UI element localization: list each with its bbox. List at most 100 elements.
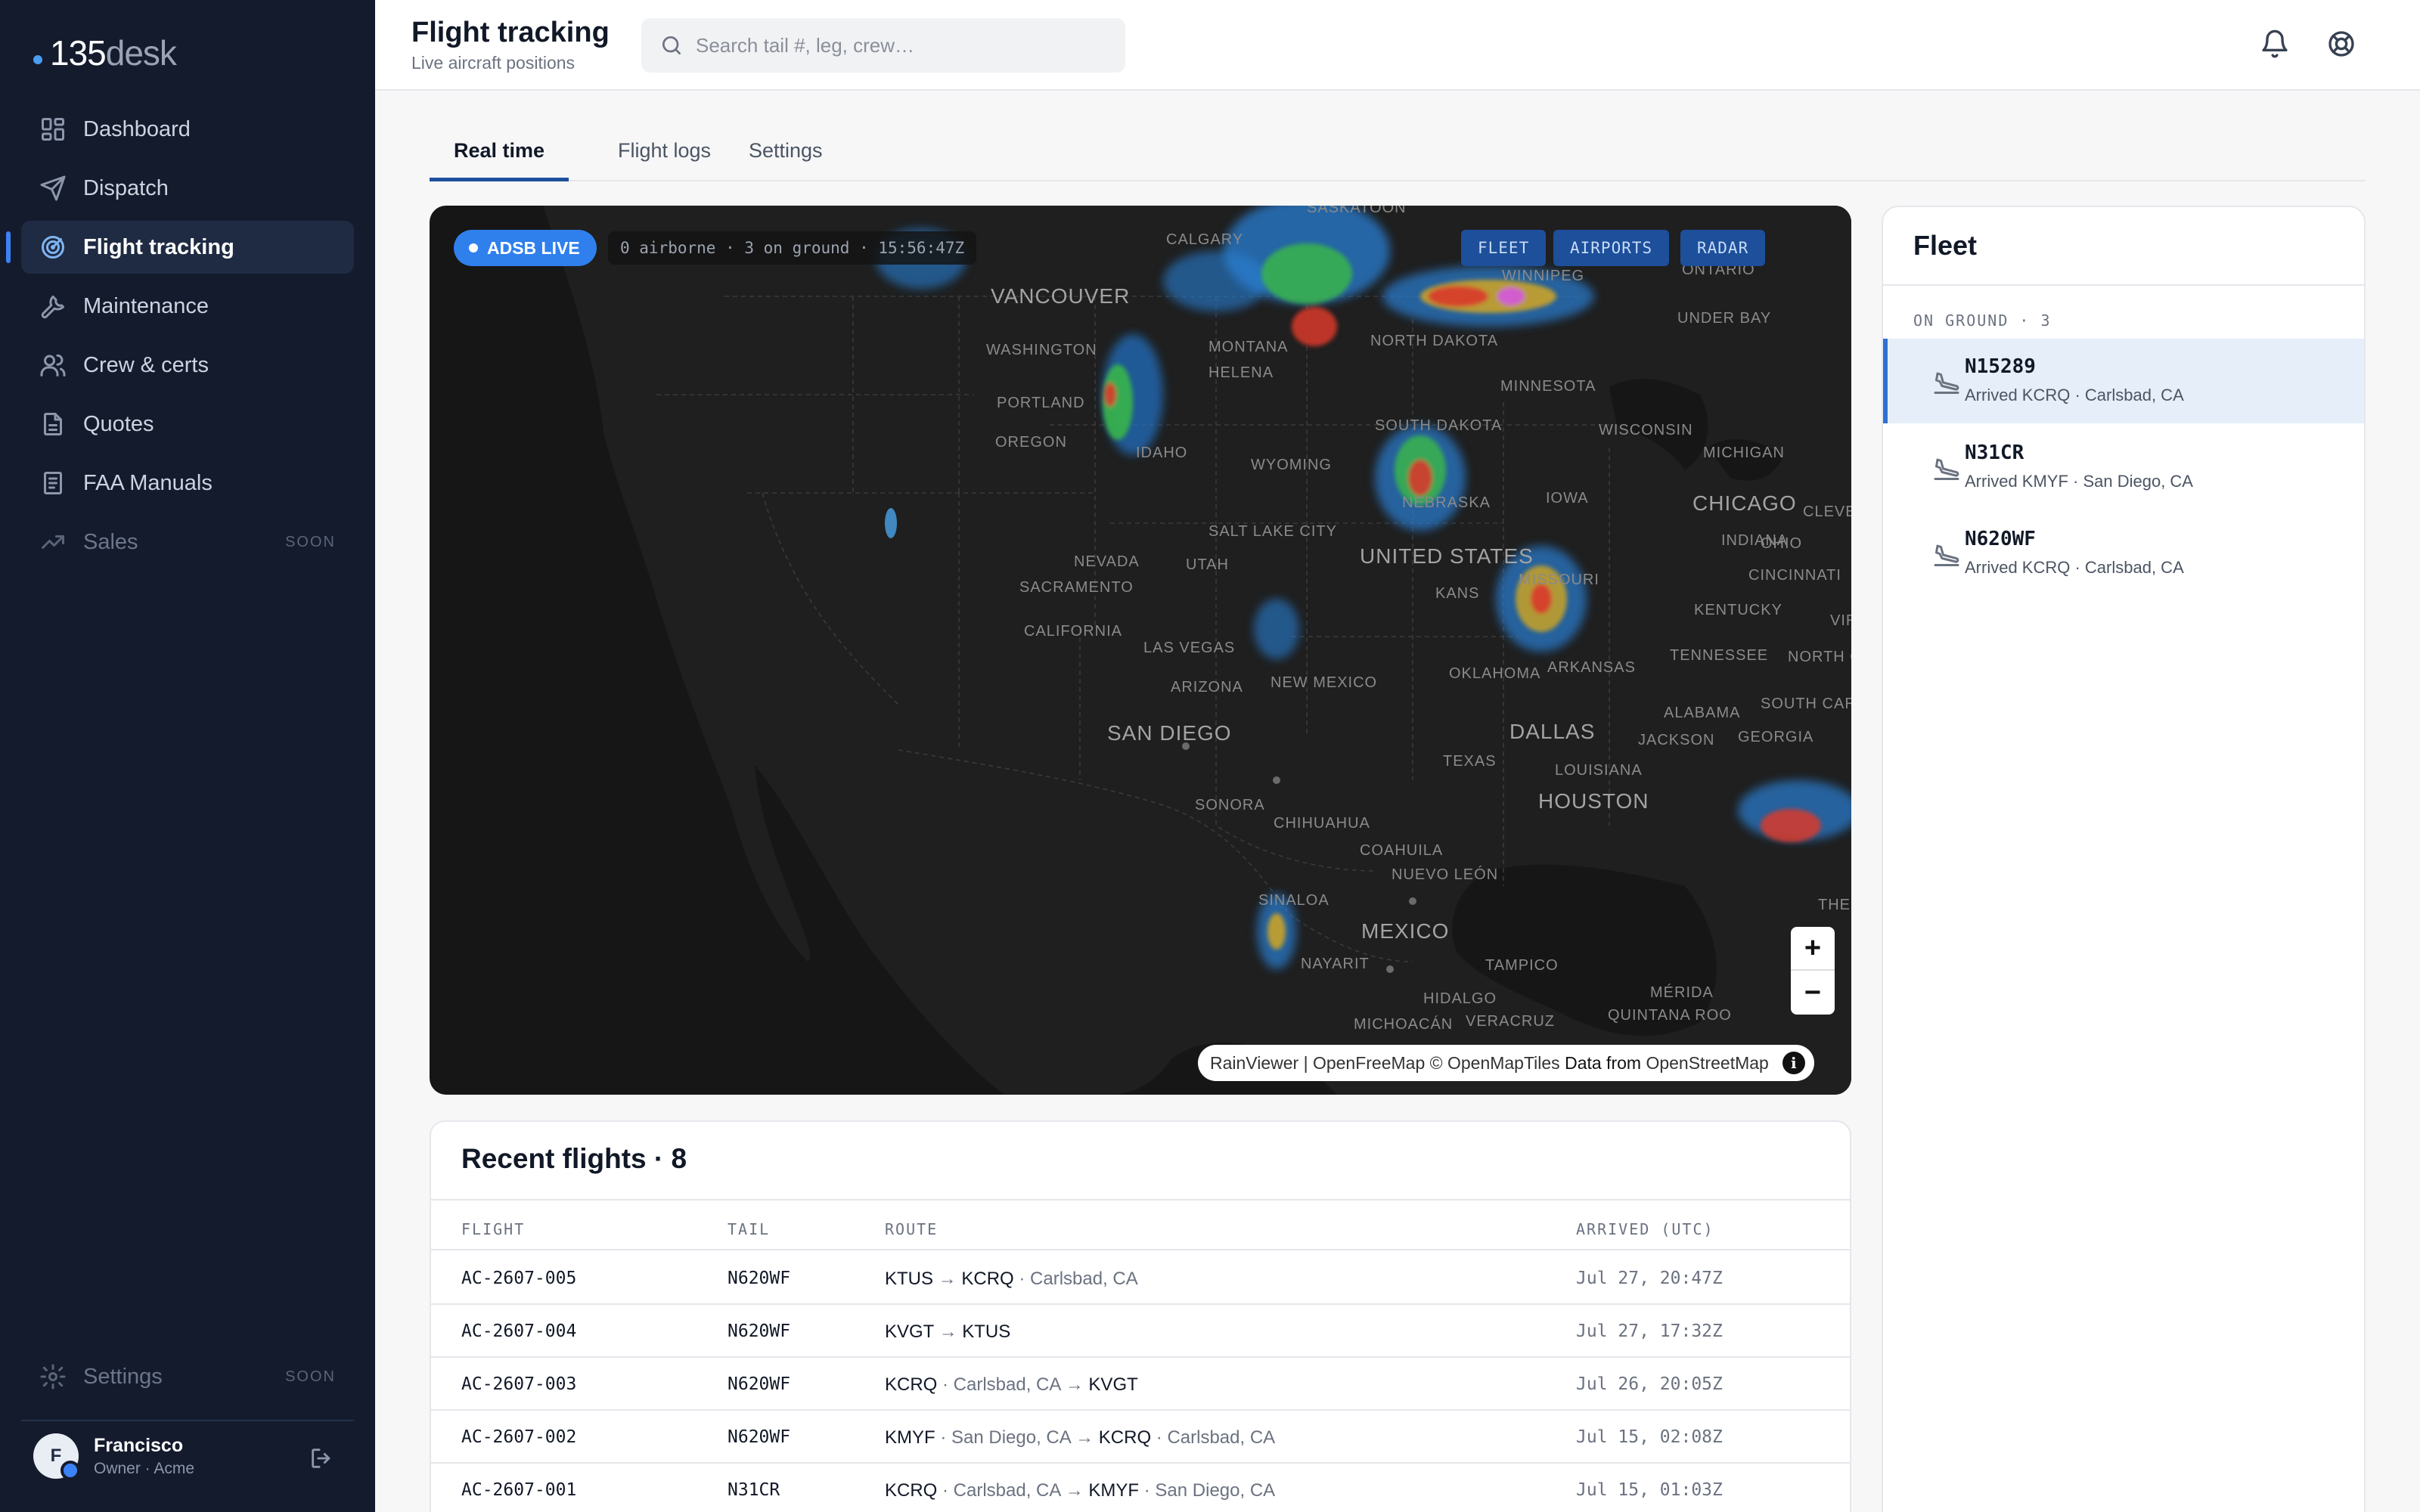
map-label: WYOMING	[1251, 457, 1332, 473]
fleet-status: Arrived KCRQ · Carlsbad, CA	[1965, 386, 2184, 404]
column-header: TAIL	[728, 1220, 771, 1238]
fleet-item[interactable]: N620WF Arrived KCRQ · Carlsbad, CA	[1883, 511, 2364, 596]
live-map[interactable]: SASKATOON CALGARY WINNIPEG ONTARIO VANCO…	[430, 206, 1851, 1095]
table-row[interactable]: AC-2607-002 N620WF KMYF · San Diego, CA → …	[431, 1411, 1850, 1464]
sidebar-item-dispatch[interactable]: Dispatch	[21, 162, 354, 215]
map-label: UNDER BAY	[1677, 310, 1772, 327]
sidebar-item-flight-tracking[interactable]: Flight tracking	[6, 221, 354, 274]
column-header: ROUTE	[885, 1220, 939, 1238]
sidebar-item-label: Sales	[83, 529, 138, 554]
map-label: KANS	[1435, 585, 1480, 602]
table-row[interactable]: AC-2607-003 N620WF KCRQ · Carlsbad, CA → K…	[431, 1358, 1850, 1411]
flight-tail: N620WF	[728, 1427, 791, 1447]
map-label: MISSOURI	[1519, 572, 1599, 588]
fleet-item[interactable]: N15289 Arrived KCRQ · Carlsbad, CA	[1883, 339, 2364, 423]
sidebar-item-settings[interactable]: Settings SOON	[21, 1350, 354, 1403]
layer-airports-button[interactable]: AIRPORTS	[1553, 230, 1670, 266]
map-label: SINALOA	[1258, 892, 1329, 909]
manual-icon	[44, 472, 62, 494]
map-label: WASHINGTON	[986, 342, 1097, 358]
info-icon[interactable]: i	[1782, 1052, 1805, 1074]
recent-flights-title: Recent flights · 8	[461, 1143, 687, 1174]
page-title: Flight tracking	[411, 17, 610, 48]
attribution-sources[interactable]: RainViewer | OpenFreeMap © OpenMapTiles	[1210, 1053, 1560, 1074]
map-label: OHIO	[1761, 535, 1803, 552]
plane-landing-icon	[1934, 372, 1959, 394]
sidebar-item-quotes[interactable]: Quotes	[21, 398, 354, 451]
fleet-tail: N620WF	[1965, 528, 2036, 550]
map-label: CLEVE	[1803, 503, 1851, 520]
table-row[interactable]: AC-2607-004 N620WF KVGT → KTUS Jul 27, 17:3…	[431, 1305, 1850, 1358]
map-label: VERACRUZ	[1466, 1013, 1556, 1030]
map-label: COAHUILA	[1360, 842, 1444, 859]
sidebar-item-dashboard[interactable]: Dashboard	[21, 103, 354, 156]
sidebar-divider	[21, 1420, 354, 1421]
tab-flight-logs[interactable]: Flight logs	[594, 129, 735, 181]
map-label: ARKANSAS	[1547, 659, 1636, 676]
fleet-tail: N31CR	[1965, 442, 2024, 464]
sidebar-item-crew-certs[interactable]: Crew & certs	[21, 339, 354, 392]
sidebar: 135 desk Dashboard Dispatch Flight track…	[0, 0, 375, 1512]
map-label: CALIFORNIA	[1024, 623, 1123, 640]
bell-icon[interactable]	[2260, 29, 2290, 59]
fleet-divider	[1883, 284, 2364, 286]
zoom-out-button[interactable]: −	[1791, 971, 1835, 1015]
flight-id: AC-2607-002	[461, 1427, 577, 1447]
search-box[interactable]	[641, 18, 1125, 73]
sidebar-item-label: Dispatch	[83, 175, 169, 200]
sidebar-item-maintenance[interactable]: Maintenance	[21, 280, 354, 333]
search-input[interactable]	[696, 33, 1104, 57]
map-label: OKLAHOMA	[1449, 665, 1541, 682]
gear-icon	[40, 1364, 66, 1390]
map-label: HIDALGO	[1423, 990, 1497, 1007]
map-label: NEBRASKA	[1402, 494, 1491, 511]
route-from: KMYF	[885, 1427, 935, 1448]
layer-radar-button[interactable]: RADAR	[1680, 230, 1766, 266]
tab-real-time[interactable]: Real time	[430, 129, 569, 181]
map-label: IDAHO	[1136, 445, 1188, 461]
route-from-city: Carlsbad, CA	[953, 1480, 1061, 1501]
sidebar-item-sales[interactable]: Sales SOON	[21, 516, 354, 569]
route-to: KTUS	[962, 1321, 1011, 1342]
zoom-control: + −	[1791, 927, 1835, 1015]
tab-settings[interactable]: Settings	[724, 129, 847, 181]
layer-fleet-button[interactable]: FLEET	[1461, 230, 1547, 266]
map-label: DALLAS	[1509, 720, 1596, 743]
map-label: SOUTH CARO	[1761, 696, 1851, 712]
zoom-in-button[interactable]: +	[1791, 927, 1835, 971]
map-label: VANCOUVER	[991, 284, 1131, 308]
document-icon	[44, 413, 62, 435]
map-label: NEVADA	[1074, 553, 1140, 570]
logout-icon[interactable]	[309, 1445, 334, 1471]
route-to-city: San Diego, CA	[1155, 1480, 1276, 1501]
map-label: NAYARIT	[1301, 956, 1370, 972]
map-label: ARIZONA	[1171, 679, 1243, 696]
flight-route: KTUS → KCRQ · Carlsbad, CA	[885, 1269, 1138, 1289]
fleet-item[interactable]: N31CR Arrived KMYF · San Diego, CA	[1883, 425, 2364, 510]
map-label: WINNIPEG	[1502, 268, 1585, 284]
user-role: Owner · Acme	[94, 1459, 195, 1477]
attribution-osm-link[interactable]: OpenStreetMap	[1646, 1053, 1768, 1074]
soon-badge: SOON	[285, 1368, 336, 1385]
map-label: NORTH C	[1788, 649, 1851, 665]
map-attribution: RainViewer | OpenFreeMap © OpenMapTiles …	[1198, 1045, 1814, 1081]
user-name: Francisco	[94, 1434, 184, 1456]
table-row[interactable]: AC-2607-001 N31CR KCRQ · Carlsbad, CA → KM…	[431, 1464, 1850, 1512]
brand-logo[interactable]: 135 desk	[33, 32, 177, 74]
sidebar-item-faa-manuals[interactable]: FAA Manuals	[21, 457, 354, 510]
map-label: SAN DIEGO	[1107, 721, 1232, 745]
table-row[interactable]: AC-2607-005 N620WF KTUS → KCRQ · Carlsbad,…	[431, 1252, 1850, 1305]
plane-landing-icon	[1934, 458, 1959, 480]
live-stats: 0 airborne · 3 on ground · 15:56:47Z	[608, 231, 977, 265]
user-profile[interactable]: F Francisco Owner · Acme	[33, 1433, 195, 1480]
map-label: ALABAMA	[1664, 705, 1741, 721]
trending-icon	[42, 535, 64, 549]
map-label: SOUTH DAKOTA	[1375, 417, 1503, 434]
map-label: QUINTANA ROO	[1608, 1007, 1732, 1024]
brand-number: 135	[50, 33, 107, 73]
flight-route: KCRQ · Carlsbad, CA → KMYF · San Diego, …	[885, 1480, 1276, 1501]
flight-tail: N620WF	[728, 1374, 791, 1394]
lifebuoy-icon[interactable]	[2326, 29, 2356, 59]
map-label: CALGARY	[1166, 231, 1244, 248]
sidebar-item-label: FAA Manuals	[83, 470, 213, 495]
